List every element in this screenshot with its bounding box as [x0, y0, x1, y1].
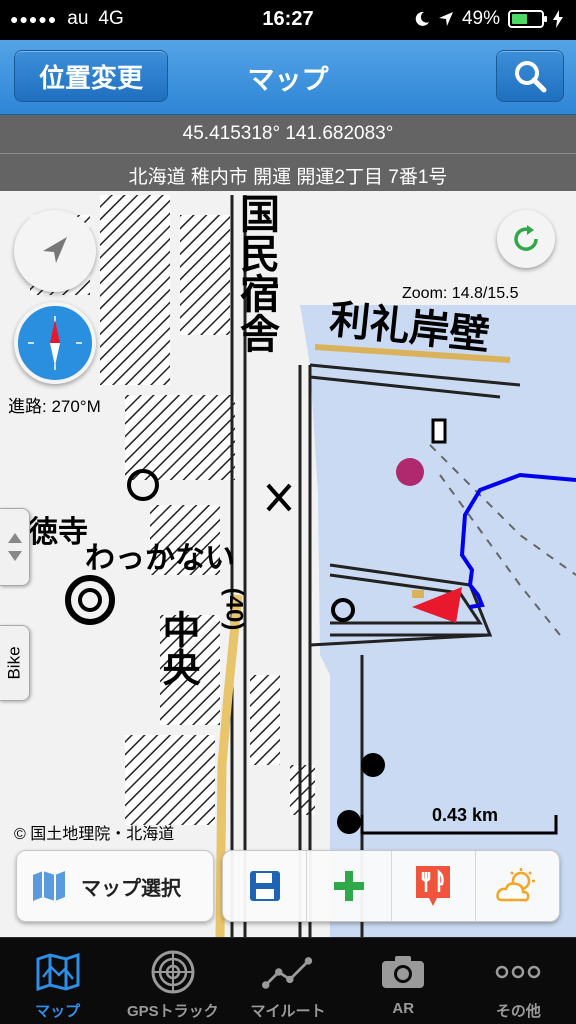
more-icon	[492, 948, 544, 996]
search-icon	[515, 61, 547, 93]
weather-button[interactable]	[474, 851, 559, 921]
label-wakkanai: わっかない	[85, 542, 235, 575]
my-route-icon	[262, 948, 314, 996]
scale-text: 0.43 km	[431, 805, 499, 825]
zoom-text: Zoom: 14.8/15.5	[402, 285, 519, 302]
map-icon	[33, 871, 65, 901]
label-district: 中央	[156, 610, 198, 686]
battery-percent: 49%	[461, 8, 500, 29]
save-button[interactable]	[223, 851, 306, 921]
label-inn: 国民宿舎	[234, 193, 278, 353]
map-select-button[interactable]: マップ選択	[16, 850, 214, 922]
layer-stepper[interactable]	[0, 508, 30, 586]
compass-icon	[26, 314, 84, 372]
tab-my-route[interactable]: マイルート	[230, 938, 345, 1024]
gps-track-icon	[147, 948, 199, 996]
map-credit: © 国土地理院・北海道	[14, 826, 175, 843]
weather-icon	[496, 868, 536, 902]
landmark-symbol	[65, 575, 115, 625]
tab-more-label: その他	[495, 1003, 541, 1020]
heading-text: 進路: 270°M	[8, 397, 101, 416]
charging-bolt-icon	[553, 10, 563, 28]
lighthouse-symbol	[361, 753, 385, 777]
tab-my-route-label: マイルート	[250, 1003, 326, 1020]
tab-more[interactable]: その他	[461, 938, 576, 1024]
refresh-button[interactable]	[497, 210, 555, 268]
restaurant-icon	[416, 866, 451, 906]
map-toolbar: マップ選択	[0, 850, 576, 930]
coordinates-text: 45.415318° 141.682083°	[182, 123, 394, 144]
add-icon	[333, 871, 364, 901]
label-temple: 徳寺	[28, 516, 88, 549]
yacht-harbor-symbol	[396, 458, 424, 486]
search-button[interactable]	[496, 50, 564, 102]
tab-map[interactable]: マップ	[0, 938, 115, 1024]
tab-gps-track[interactable]: GPSトラック	[115, 938, 230, 1024]
bike-mode-tab[interactable]: Bike	[0, 625, 30, 701]
label-route: (40)	[220, 587, 248, 631]
change-location-button[interactable]: 位置変更	[14, 50, 168, 102]
coordinate-bar: 45.415318° 141.682083° 北海道 稚内市 開運 開運2丁目 …	[0, 115, 576, 191]
battery-icon	[508, 10, 547, 28]
action-group	[222, 850, 560, 922]
navigation-arrow-icon	[43, 237, 67, 263]
camera-icon	[377, 948, 429, 996]
chevron-up-icon	[7, 533, 22, 543]
refresh-icon	[514, 225, 538, 251]
compass-button[interactable]	[14, 302, 96, 384]
restaurant-button[interactable]	[390, 851, 475, 921]
tab-gps-track-label: GPSトラック	[126, 1003, 219, 1020]
status-indicators: 49%	[414, 8, 564, 30]
save-icon	[249, 871, 280, 901]
map-icon	[32, 948, 84, 996]
map-view[interactable]: 国民宿舎 利礼岸壁 わっかない (40) 中央 徳寺 45.415318° 14…	[0, 115, 576, 937]
follow-location-button[interactable]	[14, 210, 96, 292]
tab-bar: マップ GPSトラック マイルート AR その他	[0, 937, 576, 1024]
location-arrow-icon	[438, 12, 453, 26]
tab-ar[interactable]: AR	[346, 938, 461, 1024]
tab-ar-label: AR	[392, 1000, 415, 1017]
address-text: 北海道 稚内市 開運 開運2丁目 7番1号	[128, 167, 448, 188]
status-bar: ●●●●● au 4G 16:27 49%	[0, 0, 576, 40]
bike-mode-label: Bike	[4, 646, 24, 680]
navigation-bar: 位置変更 マップ	[0, 40, 576, 115]
map-select-label: マップ選択	[81, 877, 181, 900]
chevron-down-icon	[7, 551, 22, 561]
moon-icon	[415, 11, 429, 26]
tab-map-label: マップ	[35, 1003, 81, 1020]
add-button[interactable]	[306, 851, 390, 921]
